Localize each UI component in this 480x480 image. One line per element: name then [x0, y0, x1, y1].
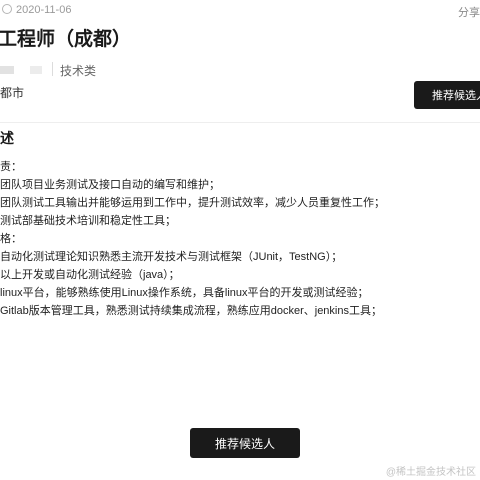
- job-description: 责： 团队项目业务测试及接口自动的编写和维护； 团队测试工具输出并能够运用到工作…: [0, 158, 385, 320]
- meta-divider: [52, 62, 53, 76]
- job-title: 工程师（成都）: [0, 29, 132, 50]
- post-date: 2020-11-06: [2, 4, 71, 16]
- description-line: 责：: [0, 161, 22, 173]
- job-city: 都市: [0, 86, 25, 100]
- description-line: Gitlab版本管理工具，熟悉测试持续集成流程，熟练应用docker、jenki…: [0, 305, 382, 317]
- section-divider: [0, 122, 480, 123]
- description-line: 团队测试工具输出并能够运用到工作中，提升测试效率，减少人员重复性工作；: [0, 197, 385, 209]
- recommend-candidate-button[interactable]: 推荐候选人: [190, 428, 300, 458]
- share-link[interactable]: 分享: [458, 4, 480, 20]
- recommend-candidate-button-top[interactable]: 推荐候选人: [414, 81, 480, 109]
- description-line: 格：: [0, 233, 22, 245]
- redacted-block: [0, 66, 14, 74]
- clock-icon: [2, 4, 12, 14]
- job-category: 技术类: [60, 64, 97, 78]
- description-line: 测试部基础技术培训和稳定性工具；: [0, 215, 176, 227]
- post-date-text: 2020-11-06: [16, 4, 72, 16]
- description-line: linux平台，能够熟练使用Linux操作系统，具备linux平台的开发或测试经…: [0, 287, 369, 299]
- description-line: 以上开发或自动化测试经验（java）；: [0, 269, 180, 281]
- description-line: 自动化测试理论知识熟悉主流开发技术与测试框架（JUnit，TestNG）；: [0, 251, 343, 263]
- section-title: 述: [0, 130, 14, 146]
- description-line: 团队项目业务测试及接口自动的编写和维护；: [0, 179, 220, 191]
- watermark: @稀土掘金技术社区: [385, 467, 476, 478]
- redacted-block: [30, 66, 42, 74]
